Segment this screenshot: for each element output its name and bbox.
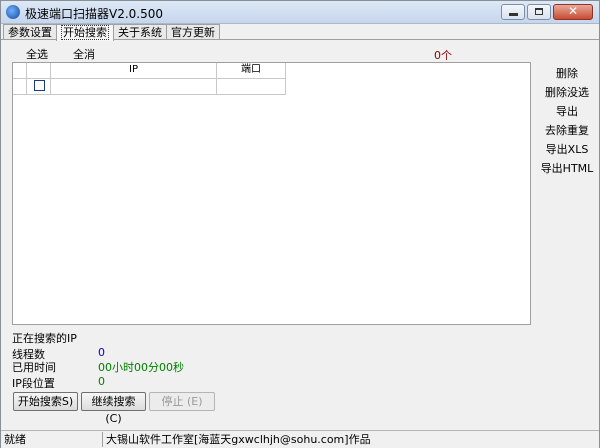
maximize-icon	[535, 8, 543, 15]
results-table[interactable]: IP 端口	[12, 62, 531, 325]
searching-ip-label: 正在搜索的IP	[12, 332, 77, 345]
tab-settings[interactable]: 参数设置	[3, 24, 57, 40]
tab-about-label: 关于系统	[118, 26, 162, 39]
remove-duplicates-button[interactable]: 去除重复	[537, 121, 597, 140]
side-actions: 删除 删除没选 导出 去除重复 导出XLS 导出HTML	[537, 64, 597, 178]
row-index-cell	[13, 78, 27, 94]
continue-search-button[interactable]: 继续搜索 (C)	[81, 392, 146, 425]
status-credit: 大锡山软件工作室[海蓝天gxwclhjh@sohu.com]作品	[106, 433, 371, 446]
status-state: 就绪	[4, 433, 26, 446]
row-check-cell	[27, 78, 51, 94]
result-count: 0个	[434, 49, 452, 62]
row-checkbox[interactable]	[34, 80, 45, 91]
maximize-button[interactable]	[527, 4, 551, 20]
tab-bar: 参数设置 开始搜索 关于系统 官方更新	[3, 24, 220, 41]
export-html-button[interactable]: 导出HTML	[537, 159, 597, 178]
column-header-port[interactable]: 端口	[217, 63, 286, 78]
select-none-link[interactable]: 全消	[73, 46, 95, 62]
app-icon	[6, 5, 20, 19]
stop-button[interactable]: 停止 (E)	[149, 392, 215, 411]
window-title: 极速端口扫描器V2.0.500	[25, 7, 164, 21]
close-icon: ✕	[567, 4, 579, 18]
close-button[interactable]: ✕	[553, 4, 593, 20]
minimize-button[interactable]	[501, 4, 525, 20]
column-header-check[interactable]	[27, 63, 51, 78]
ip-position-value: 0	[98, 375, 105, 388]
tab-updates[interactable]: 官方更新	[166, 24, 220, 40]
tab-about[interactable]: 关于系统	[113, 24, 167, 40]
select-all-link[interactable]: 全选	[26, 46, 48, 62]
threads-value: 0	[98, 346, 105, 359]
minimize-icon	[509, 13, 518, 16]
ip-position-label: IP段位置	[12, 377, 55, 390]
delete-unselected-button[interactable]: 删除没选	[537, 83, 597, 102]
app-window: 极速端口扫描器V2.0.500 ✕ 参数设置 开始搜索 关于系统 官方更新 全选…	[0, 0, 600, 448]
column-header-index[interactable]	[13, 63, 27, 78]
tab-start-search-label: 开始搜索	[61, 25, 109, 40]
port-cell	[217, 78, 286, 94]
window-controls: ✕	[501, 4, 593, 20]
elapsed-label: 已用时间	[12, 361, 56, 374]
status-bar: 就绪 大锡山软件工作室[海蓝天gxwclhjh@sohu.com]作品	[1, 430, 599, 448]
delete-button[interactable]: 删除	[537, 64, 597, 83]
start-search-button[interactable]: 开始搜索S)	[13, 392, 78, 411]
column-header-ip[interactable]: IP	[51, 63, 217, 78]
export-xls-button[interactable]: 导出XLS	[537, 140, 597, 159]
tab-start-search[interactable]: 开始搜索	[56, 24, 114, 41]
table-header: IP 端口	[13, 63, 286, 79]
elapsed-value: 00小时00分00秒	[98, 361, 184, 374]
ip-cell	[51, 78, 217, 94]
title-bar[interactable]: 极速端口扫描器V2.0.500 ✕	[1, 1, 599, 24]
tab-updates-label: 官方更新	[171, 26, 215, 39]
tab-settings-label: 参数设置	[8, 26, 52, 39]
table-row[interactable]	[13, 78, 286, 95]
export-button[interactable]: 导出	[537, 102, 597, 121]
